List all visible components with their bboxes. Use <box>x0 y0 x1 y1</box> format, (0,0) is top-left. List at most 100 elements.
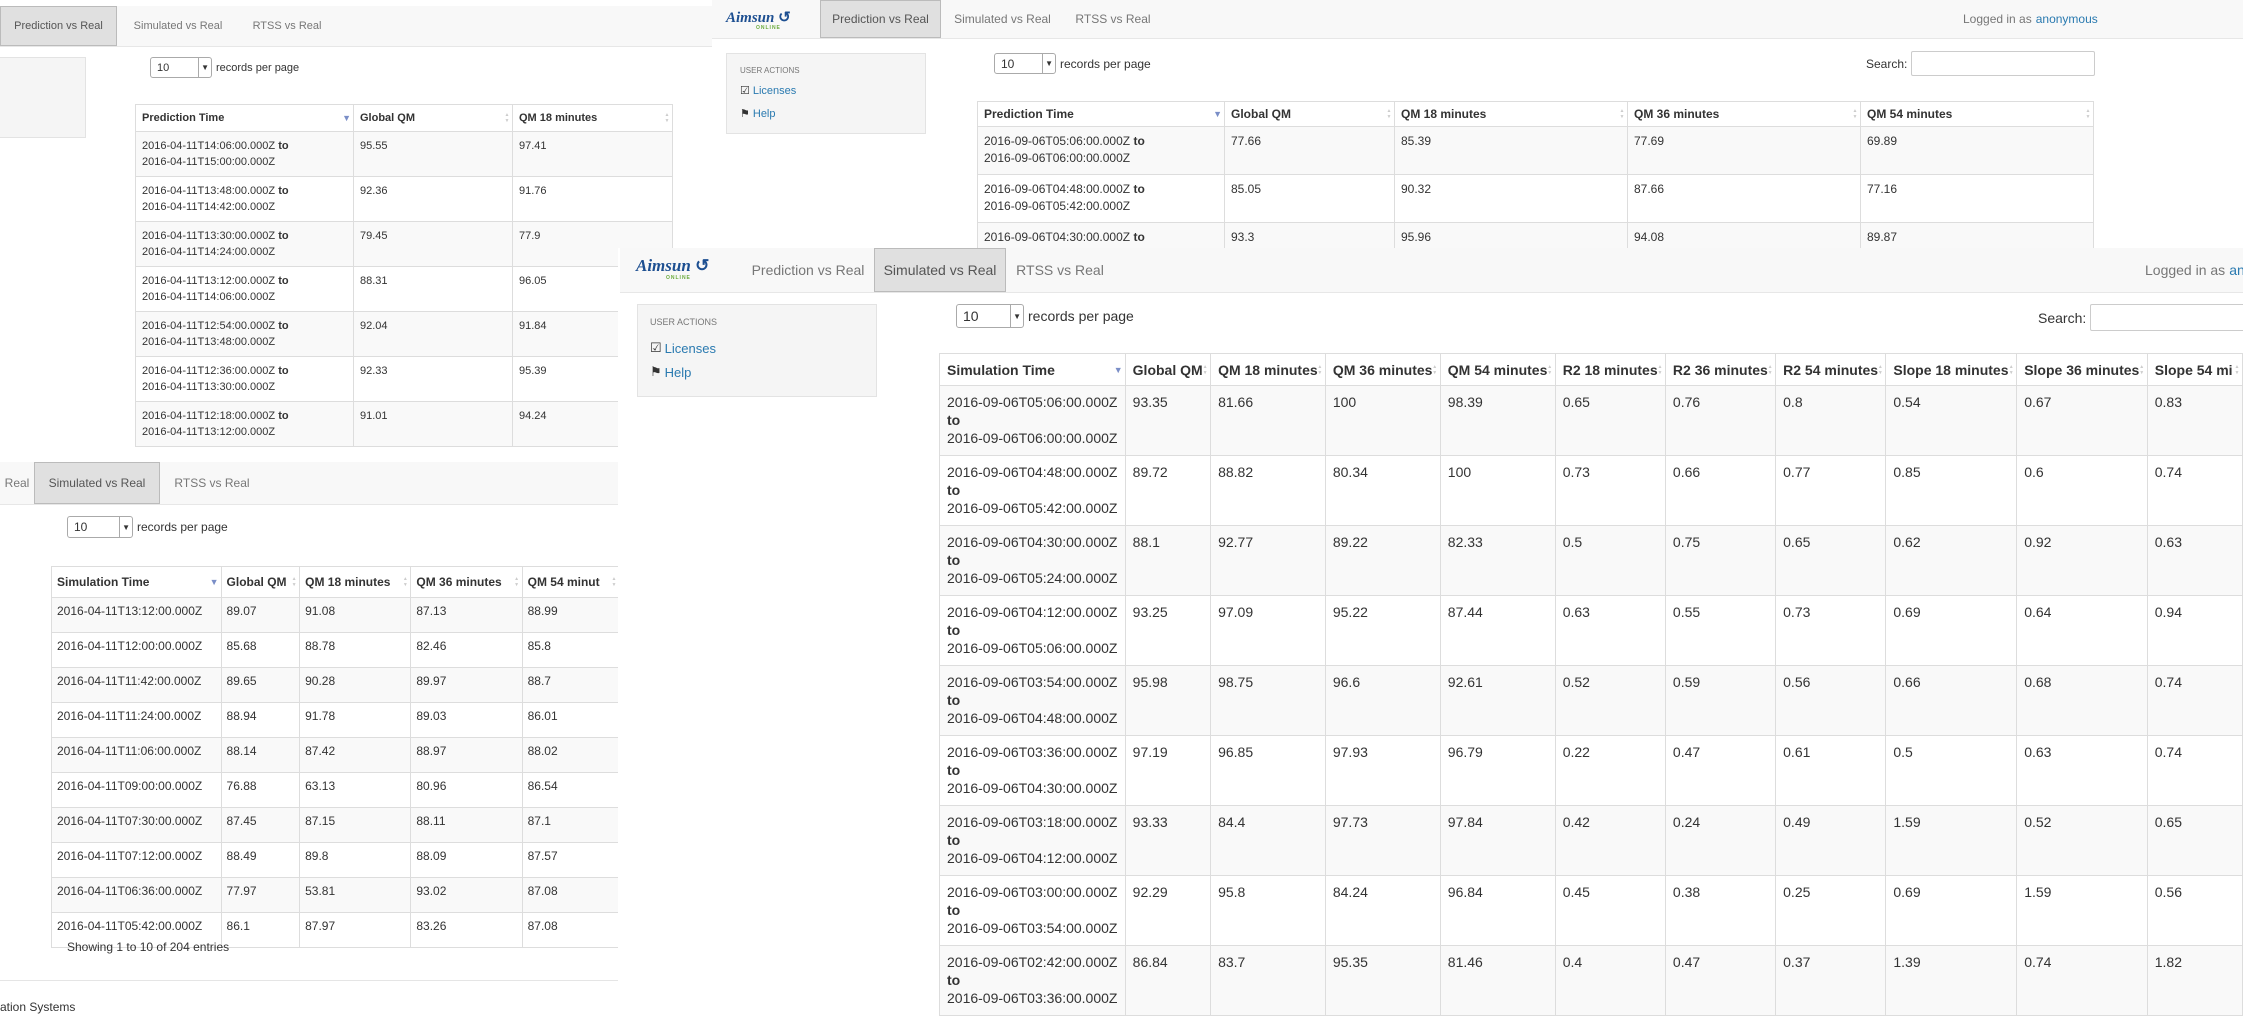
tab-prediction[interactable]: Prediction vs Real <box>820 0 941 38</box>
licenses-link[interactable]: ☑ Licenses <box>650 340 716 356</box>
column-header[interactable]: Global QM <box>1124 353 1212 386</box>
select-value: 10 <box>963 308 979 324</box>
table-cell: 97.19 <box>1124 735 1212 806</box>
table-cell: 95.22 <box>1324 595 1441 666</box>
check-square-icon: ☑ <box>650 340 662 355</box>
help-link[interactable]: ⚑ Help <box>740 107 776 121</box>
help-link[interactable]: ⚑ Help <box>650 364 691 380</box>
records-per-page-select[interactable]: 10 ▼ <box>150 57 212 78</box>
table-row[interactable]: 2016-04-11T09:00:00.000Z 76.88 63.13 80.96 8… <box>51 772 620 808</box>
table-row[interactable]: 2016-04-11T13:30:00.000Z to 2016-04-11T14… <box>135 221 673 267</box>
column-header[interactable]: QM 18 minutes <box>1210 353 1326 386</box>
table-row[interactable]: 2016-09-06T05:06:00.000Z to 2016-09-06T06… <box>939 385 2243 456</box>
column-header[interactable]: Simulation Time <box>939 353 1126 386</box>
table-row[interactable]: 2016-04-11T12:00:00.000Z 85.68 88.78 82.46 8… <box>51 632 620 668</box>
licenses-link[interactable]: ☑ Licenses <box>740 84 796 98</box>
table-cell: 2016-09-06T05:06:00.000Z to 2016-09-06T06… <box>977 126 1225 175</box>
table-cell: 2016-04-11T11:24:00.000Z <box>51 702 222 738</box>
table-row[interactable]: 2016-04-11T11:24:00.000Z 88.94 91.78 89.03 8… <box>51 702 620 738</box>
table-row[interactable]: 2016-04-11T07:30:00.000Z 87.45 87.15 88.11 8… <box>51 807 620 843</box>
tab-simulated[interactable]: Simulated vs Real <box>117 6 239 46</box>
table-row[interactable]: 2016-04-11T14:06:00.000Z to 2016-04-11T15… <box>135 131 673 177</box>
table-row[interactable]: 2016-09-06T03:54:00.000Z to 2016-09-06T04… <box>939 665 2243 736</box>
column-header[interactable]: QM 36 minutes <box>1324 353 1441 386</box>
table-row[interactable]: 2016-04-11T12:18:00.000Z to 2016-04-11T13… <box>135 401 673 447</box>
table-row[interactable]: 2016-09-06T04:48:00.000Z to 2016-09-06T05… <box>939 455 2243 526</box>
records-per-page-select[interactable]: 10 ▼ <box>994 53 1056 74</box>
navbar: Aimsun ↺ ONLINE Prediction vs Real Simula… <box>712 0 2243 39</box>
range-end: 2016-09-06T03:36:00.000Z <box>947 990 1118 1006</box>
table-row[interactable]: 2016-09-06T03:18:00.000Z to 2016-09-06T04… <box>939 805 2243 876</box>
table-row[interactable]: 2016-09-06T05:06:00.000Z to 2016-09-06T06… <box>977 126 2094 175</box>
column-header[interactable]: R2 54 minutes <box>1775 353 1887 386</box>
table-cell: 2016-04-11T07:30:00.000Z <box>51 807 222 843</box>
search-input[interactable] <box>2090 304 2243 331</box>
column-header[interactable]: QM 54 minutes <box>1860 101 2094 127</box>
column-header[interactable]: Global QM <box>353 104 513 132</box>
navbar: Prediction vs Real Simulated vs Real RTS… <box>0 6 712 47</box>
tab-rtss[interactable]: RTSS vs Real <box>160 462 264 504</box>
table-row[interactable]: 2016-09-06T04:12:00.000Z to 2016-09-06T05… <box>939 595 2243 666</box>
column-header[interactable]: QM 54 minutes <box>1439 353 1556 386</box>
column-header[interactable]: Global QM <box>1224 101 1395 127</box>
table-row[interactable]: 2016-04-11T12:54:00.000Z to 2016-04-11T13… <box>135 311 673 357</box>
range-to: to <box>278 140 289 152</box>
records-per-page-select[interactable]: 10 ▼ <box>956 304 1024 328</box>
column-header[interactable]: QM 54 minut <box>521 566 620 598</box>
tab-rtss[interactable]: RTSS vs Real <box>1064 0 1162 38</box>
tab-simulated[interactable]: Simulated vs Real <box>34 462 160 504</box>
column-header[interactable]: QM 18 minutes <box>512 104 673 132</box>
column-header[interactable]: QM 18 minutes <box>299 566 412 598</box>
select-value: 10 <box>74 520 88 534</box>
table-cell: 81.46 <box>1439 945 1556 1016</box>
tab-prediction[interactable]: Prediction vs Real <box>743 248 873 292</box>
table-row[interactable]: 2016-09-06T04:30:00.000Z to 2016-09-06T05… <box>939 525 2243 596</box>
column-header[interactable]: Slope 36 minutes <box>2016 353 2148 386</box>
table-row[interactable]: 2016-04-11T12:36:00.000Z to 2016-04-11T13… <box>135 356 673 402</box>
tab-prediction[interactable]: Real <box>0 462 34 504</box>
table-row[interactable]: 2016-09-06T03:00:00.000Z to 2016-09-06T03… <box>939 875 2243 946</box>
window-prediction-april: Prediction vs Real Simulated vs Real RTS… <box>0 0 712 462</box>
table-row[interactable]: 2016-09-06T03:36:00.000Z to 2016-09-06T04… <box>939 735 2243 806</box>
column-header[interactable]: R2 18 minutes <box>1554 353 1666 386</box>
records-per-page-select[interactable]: 10 ▼ <box>67 516 133 538</box>
tab-prediction[interactable]: Prediction vs Real <box>0 6 117 46</box>
table-row[interactable]: 2016-09-06T04:48:00.000Z to 2016-09-06T05… <box>977 174 2094 223</box>
column-header[interactable]: Slope 54 mi <box>2146 353 2243 386</box>
column-header[interactable]: Global QM <box>220 566 301 598</box>
search-input[interactable] <box>1911 51 2096 76</box>
tab-rtss[interactable]: RTSS vs Real <box>239 6 335 46</box>
column-header[interactable]: Prediction Time <box>135 104 354 132</box>
column-header[interactable]: Prediction Time <box>977 101 1225 127</box>
column-header[interactable]: R2 36 minutes <box>1664 353 1777 386</box>
table-row[interactable]: 2016-04-11T13:48:00.000Z to 2016-04-11T14… <box>135 176 673 222</box>
user-link[interactable]: anonymous <box>2036 12 2098 26</box>
user-link[interactable]: anon <box>2229 262 2243 278</box>
table-cell: 96.79 <box>1439 735 1556 806</box>
tab-simulated[interactable]: Simulated vs Real <box>874 248 1006 292</box>
table-row[interactable]: 2016-04-11T11:06:00.000Z 88.14 87.42 88.97 8… <box>51 737 620 773</box>
table-row[interactable]: 2016-04-11T07:12:00.000Z 88.49 89.8 88.09 87… <box>51 842 620 878</box>
flag-icon: ⚑ <box>650 364 662 379</box>
column-header[interactable]: Slope 18 minutes <box>1885 353 2018 386</box>
column-header[interactable]: QM 36 minutes <box>1627 101 1861 127</box>
table-row[interactable]: 2016-04-11T13:12:00.000Z to 2016-04-11T14… <box>135 266 673 312</box>
table-row[interactable]: 2016-04-11T13:12:00.000Z 89.07 91.08 87.13 8… <box>51 597 620 633</box>
tab-rtss[interactable]: RTSS vs Real <box>1006 248 1114 292</box>
table-cell: 88.78 <box>299 632 412 668</box>
column-header[interactable]: Simulation Time <box>51 566 222 598</box>
table-row[interactable]: 2016-09-06T02:42:00.000Z to 2016-09-06T03… <box>939 945 2243 1016</box>
table-row[interactable]: 2016-04-11T11:42:00.000Z 89.65 90.28 89.97 8… <box>51 667 620 703</box>
table-cell: 0.73 <box>1554 455 1666 526</box>
column-header[interactable]: QM 36 minutes <box>410 566 523 598</box>
table-row[interactable]: 2016-09-06T04:30:00.000Z to 93.3 95.96 94.0… <box>977 222 2094 248</box>
search-label: Search: <box>2038 309 2087 326</box>
table-row[interactable]: 2016-04-11T06:36:00.000Z 77.97 53.81 93.02 8… <box>51 877 620 913</box>
window-simulated-september: Aimsun ↺ ONLINE Prediction vs Real Simula… <box>620 248 2243 1019</box>
column-header[interactable]: QM 18 minutes <box>1394 101 1628 127</box>
tab-simulated[interactable]: Simulated vs Real <box>941 0 1064 38</box>
user-actions-panel: USER ACTIONS ☑ Licenses ⚑ Help <box>637 304 877 397</box>
table-cell: 0.69 <box>1885 875 2018 946</box>
table-cell: 0.42 <box>1554 805 1666 876</box>
divider <box>0 980 620 981</box>
